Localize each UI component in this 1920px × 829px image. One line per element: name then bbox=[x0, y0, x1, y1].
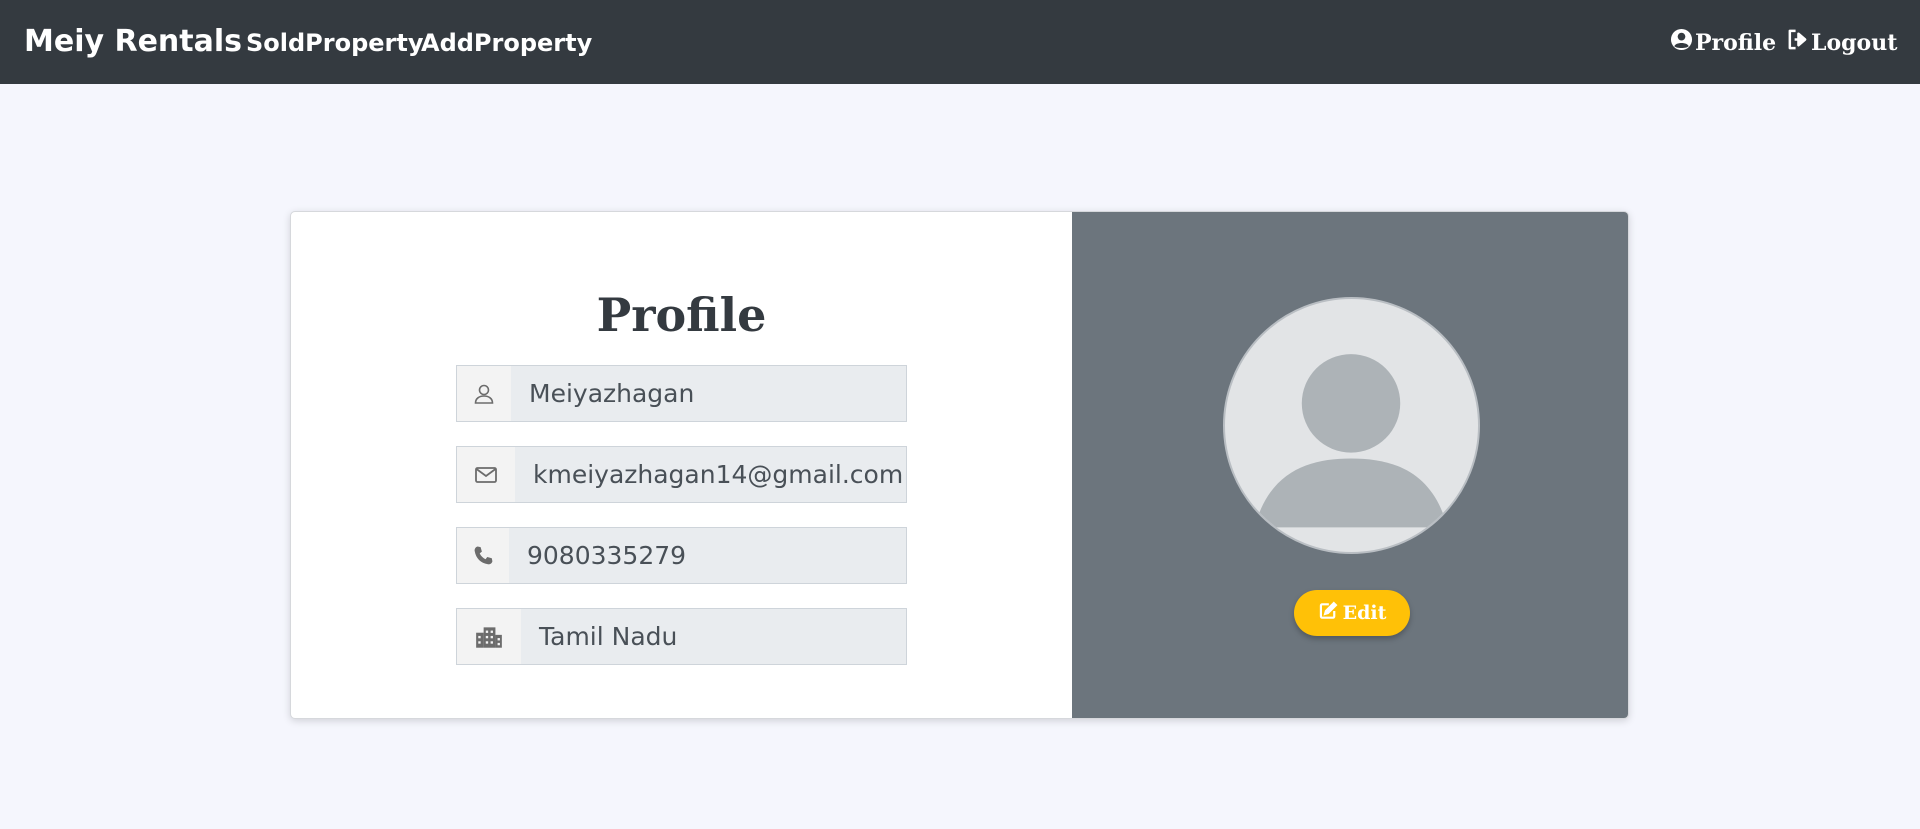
building-icon bbox=[457, 609, 521, 664]
nav-logout-link[interactable]: Logout bbox=[1786, 28, 1897, 57]
edit-icon bbox=[1318, 601, 1338, 626]
nav-profile-label: Profile bbox=[1695, 29, 1777, 56]
nav-logout-label: Logout bbox=[1811, 29, 1898, 56]
phone-field[interactable]: 9080335279 bbox=[456, 527, 907, 584]
sign-out-icon bbox=[1786, 28, 1809, 57]
name-field[interactable]: Meiyazhagan bbox=[456, 365, 907, 422]
default-avatar-icon bbox=[1223, 297, 1480, 554]
state-value: Tamil Nadu bbox=[521, 609, 906, 664]
brand-logo[interactable]: Meiy Rentals bbox=[24, 24, 242, 59]
state-field[interactable]: Tamil Nadu bbox=[456, 608, 907, 665]
phone-value: 9080335279 bbox=[509, 528, 906, 583]
email-value: kmeiyazhagan14@gmail.com bbox=[515, 447, 906, 502]
avatar-panel: Edit bbox=[1072, 212, 1628, 718]
nav-link-sold-property[interactable]: SoldProperty bbox=[246, 29, 424, 57]
name-value: Meiyazhagan bbox=[511, 366, 906, 421]
edit-button-label: Edit bbox=[1342, 602, 1387, 624]
user-icon bbox=[457, 366, 511, 421]
user-circle-icon bbox=[1670, 28, 1693, 57]
navbar: Meiy Rentals SoldProperty AddProperty Pr… bbox=[0, 0, 1920, 84]
nav-profile-link[interactable]: Profile bbox=[1670, 28, 1776, 57]
phone-icon bbox=[457, 528, 509, 583]
email-field[interactable]: kmeiyazhagan14@gmail.com bbox=[456, 446, 907, 503]
envelope-icon bbox=[457, 447, 515, 502]
page-title: Profile bbox=[596, 288, 767, 342]
profile-card: Profile Meiyazhagan kmeiyazhagan14@gmail… bbox=[290, 211, 1629, 719]
edit-button[interactable]: Edit bbox=[1294, 590, 1410, 636]
nav-link-add-property[interactable]: AddProperty bbox=[421, 29, 592, 57]
